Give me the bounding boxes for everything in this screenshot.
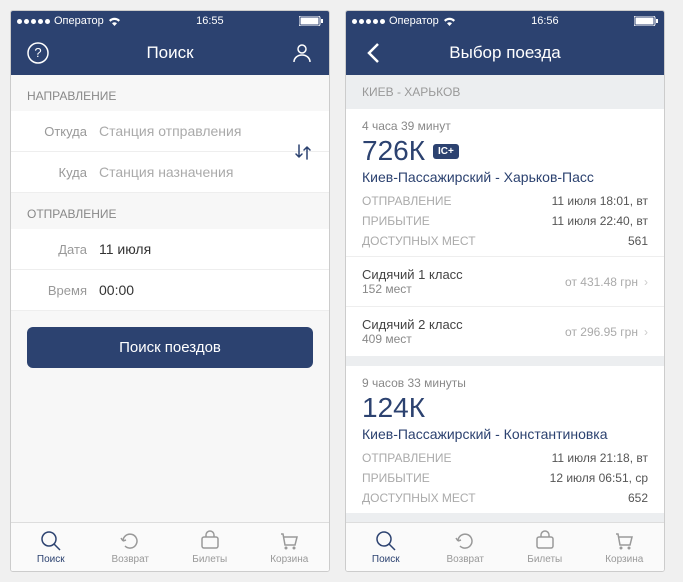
status-bar: Оператор 16:56	[346, 11, 664, 31]
class-seats: 409 мест	[362, 332, 463, 346]
departure-header: ОТПРАВЛЕНИЕ	[11, 193, 329, 229]
class-row[interactable]: Сидячий 2 класс409 мест от 296.95 грн ›	[346, 306, 664, 356]
arr-label: ПРИБЫТИЕ	[362, 214, 430, 228]
date-row[interactable]: Дата 11 июля	[11, 229, 329, 270]
tab-return-label: Возврат	[447, 554, 485, 565]
search-screen: Оператор 16:55 ? Поиск НАПРАВЛЕНИЕ Откуд…	[10, 10, 330, 572]
battery-icon	[299, 16, 323, 26]
seats-value: 561	[628, 234, 648, 248]
train-number: 124К	[362, 392, 425, 424]
to-placeholder: Станция назначения	[99, 164, 233, 180]
chevron-right-icon: ›	[644, 325, 648, 339]
tab-search[interactable]: Поиск	[11, 523, 91, 571]
tab-cart-label: Корзина	[605, 554, 643, 565]
page-title: Поиск	[53, 43, 287, 63]
train-card[interactable]: 9 часов 33 минуты 124К Киев-Пассажирский…	[346, 366, 664, 513]
clock: 16:55	[196, 15, 224, 27]
content: НАПРАВЛЕНИЕ Откуда Станция отправления К…	[11, 75, 329, 522]
train-duration: 9 часов 33 минуты	[362, 376, 648, 390]
tab-search[interactable]: Поиск	[346, 523, 426, 571]
date-value: 11 июля	[99, 241, 151, 257]
train-route: Киев-Пассажирский - Харьков-Пасс	[362, 169, 648, 185]
ic-badge: IC+	[433, 144, 459, 159]
dep-label: ОТПРАВЛЕНИЕ	[362, 194, 452, 208]
train-route: Киев-Пассажирский - Константиновка	[362, 426, 648, 442]
tab-return[interactable]: Возврат	[426, 523, 506, 571]
tab-bar: Поиск Возврат Билеты Корзина	[346, 522, 664, 571]
search-button[interactable]: Поиск поездов	[27, 327, 313, 368]
tab-cart-label: Корзина	[270, 554, 308, 565]
swap-button[interactable]	[293, 142, 313, 162]
back-button[interactable]	[358, 42, 388, 64]
help-button[interactable]: ?	[23, 41, 53, 65]
tab-tickets[interactable]: Билеты	[505, 523, 585, 571]
profile-button[interactable]	[287, 41, 317, 65]
clock: 16:56	[531, 15, 559, 27]
train-number: 726К	[362, 135, 425, 167]
tab-cart[interactable]: Корзина	[585, 523, 665, 571]
from-label: Откуда	[27, 124, 87, 139]
direction-header: НАПРАВЛЕНИЕ	[11, 75, 329, 111]
to-label: Куда	[27, 165, 87, 180]
from-placeholder: Станция отправления	[99, 123, 241, 139]
tab-search-label: Поиск	[372, 554, 400, 565]
time-row[interactable]: Время 00:00	[11, 270, 329, 311]
train-duration: 4 часа 39 минут	[362, 119, 648, 133]
carrier-label: Оператор	[389, 15, 439, 27]
class-price: от 296.95 грн	[565, 325, 638, 339]
tab-bar: Поиск Возврат Билеты Корзина	[11, 522, 329, 571]
content: КИЕВ - ХАРЬКОВ 4 часа 39 минут 726К IC+ К…	[346, 75, 664, 522]
status-bar: Оператор 16:55	[11, 11, 329, 31]
wifi-icon	[443, 17, 456, 26]
train-select-screen: Оператор 16:56 Выбор поезда КИЕВ - ХАРЬК…	[345, 10, 665, 572]
time-value: 00:00	[99, 282, 134, 298]
class-name: Сидячий 2 класс	[362, 317, 463, 332]
route-header: КИЕВ - ХАРЬКОВ	[346, 75, 664, 109]
tab-tickets-label: Билеты	[527, 554, 562, 565]
class-price: от 431.48 грн	[565, 275, 638, 289]
from-row[interactable]: Откуда Станция отправления	[11, 111, 329, 152]
nav-bar: ? Поиск	[11, 31, 329, 75]
seats-label: ДОСТУПНЫХ МЕСТ	[362, 491, 476, 505]
dep-value: 11 июля 21:18, вт	[552, 451, 648, 465]
arr-value: 12 июля 06:51, ср	[550, 471, 648, 485]
tab-return-label: Возврат	[112, 554, 150, 565]
arr-label: ПРИБЫТИЕ	[362, 471, 430, 485]
train-card[interactable]: 4 часа 39 минут 726К IC+ Киев-Пассажирски…	[346, 109, 664, 356]
tab-return[interactable]: Возврат	[91, 523, 171, 571]
arr-value: 11 июля 22:40, вт	[552, 214, 648, 228]
to-row[interactable]: Куда Станция назначения	[11, 152, 329, 193]
tab-tickets[interactable]: Билеты	[170, 523, 250, 571]
class-row[interactable]: Сидячий 1 класс152 мест от 431.48 грн ›	[346, 256, 664, 306]
tab-search-label: Поиск	[37, 554, 65, 565]
page-title: Выбор поезда	[388, 43, 622, 63]
seats-value: 652	[628, 491, 648, 505]
time-label: Время	[27, 283, 87, 298]
nav-bar: Выбор поезда	[346, 31, 664, 75]
class-name: Сидячий 1 класс	[362, 267, 463, 282]
carrier-label: Оператор	[54, 15, 104, 27]
seats-label: ДОСТУПНЫХ МЕСТ	[362, 234, 476, 248]
date-label: Дата	[27, 242, 87, 257]
dep-value: 11 июля 18:01, вт	[552, 194, 648, 208]
tab-cart[interactable]: Корзина	[250, 523, 330, 571]
tab-tickets-label: Билеты	[192, 554, 227, 565]
wifi-icon	[108, 17, 121, 26]
class-seats: 152 мест	[362, 282, 463, 296]
battery-icon	[634, 16, 658, 26]
chevron-right-icon: ›	[644, 275, 648, 289]
dep-label: ОТПРАВЛЕНИЕ	[362, 451, 452, 465]
svg-text:?: ?	[34, 45, 41, 60]
